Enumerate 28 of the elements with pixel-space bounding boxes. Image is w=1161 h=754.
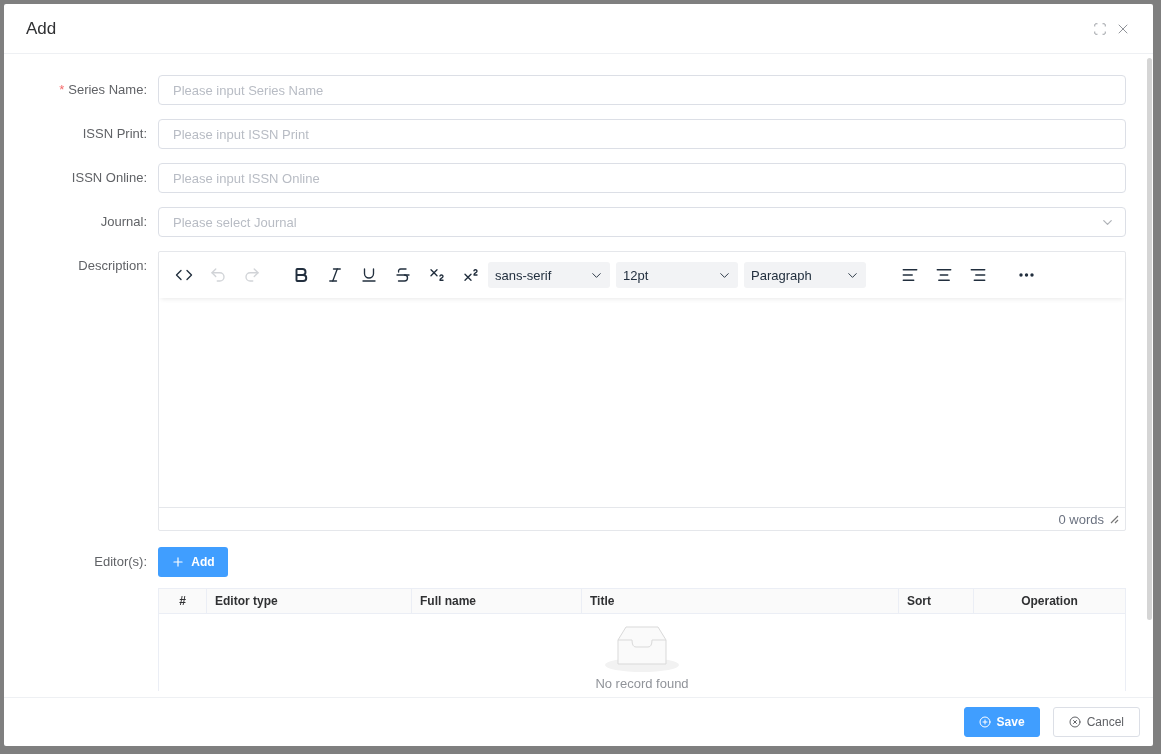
field-label: Description: — [77, 257, 148, 275]
cancel-button[interactable]: Cancel — [1052, 707, 1140, 737]
column-header: Sort — [899, 589, 974, 613]
plus-icon — [171, 555, 186, 569]
empty-text: No record found — [595, 676, 689, 691]
field-label: Journal: — [99, 213, 148, 231]
dialog-title: Add — [26, 18, 58, 39]
input-field[interactable]: Please input ISSN Online — [158, 163, 1126, 193]
input-field[interactable]: Please input ISSN Print — [158, 119, 1126, 149]
input-field[interactable]: Please input Series Name — [158, 75, 1126, 105]
field-label: Editor(s): — [93, 553, 148, 571]
word-count: 0 words — [1058, 511, 1104, 527]
column-header: Title — [582, 589, 899, 613]
plus-circle-icon — [978, 716, 991, 728]
toolbar-dropdown[interactable]: sans-serif — [488, 262, 610, 288]
column-header: Editor type — [207, 589, 412, 613]
column-header: Operation — [1020, 593, 1079, 610]
empty-inbox-icon — [604, 624, 680, 672]
field-label: ISSN Online: — [70, 169, 148, 187]
column-header: Full name — [412, 589, 582, 613]
resize-handle-icon[interactable] — [1110, 514, 1119, 524]
close-circle-icon — [1068, 716, 1081, 728]
column-header: # — [159, 589, 207, 613]
scrollbar[interactable] — [1147, 58, 1152, 620]
field-label: ISSN Print: — [81, 125, 148, 143]
toolbar-dropdown[interactable]: Paragraph — [744, 262, 866, 288]
toolbar-dropdown[interactable]: 12pt — [616, 262, 738, 288]
field-label: * Series Name: — [58, 81, 148, 99]
